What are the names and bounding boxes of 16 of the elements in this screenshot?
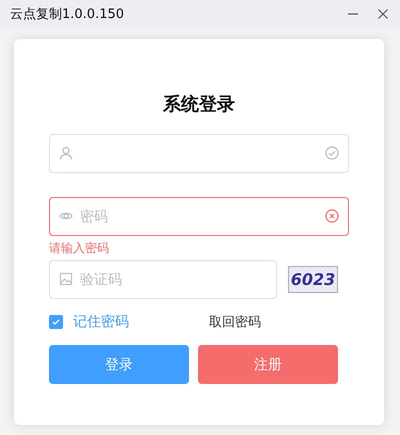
close-icon[interactable] [376, 7, 390, 21]
captcha-field[interactable]: 验证码 [49, 260, 277, 299]
remember-label[interactable]: 记住密码 [73, 313, 209, 331]
login-button[interactable]: 登录 [49, 345, 189, 384]
check-icon [51, 317, 61, 327]
recover-password-link[interactable]: 取回密码 [209, 313, 261, 331]
captcha-image[interactable]: 6023 [288, 266, 338, 293]
window-title: 云点复制1.0.0.150 [10, 6, 126, 23]
user-icon [59, 146, 73, 160]
register-button[interactable]: 注册 [198, 345, 338, 384]
password-field[interactable]: 密码 [49, 197, 349, 236]
remember-checkbox[interactable] [49, 315, 63, 329]
username-field[interactable] [49, 134, 349, 173]
error-message: 请输入密码 [49, 241, 109, 255]
login-title: 系统登录 [163, 93, 235, 117]
image-icon [59, 272, 73, 286]
